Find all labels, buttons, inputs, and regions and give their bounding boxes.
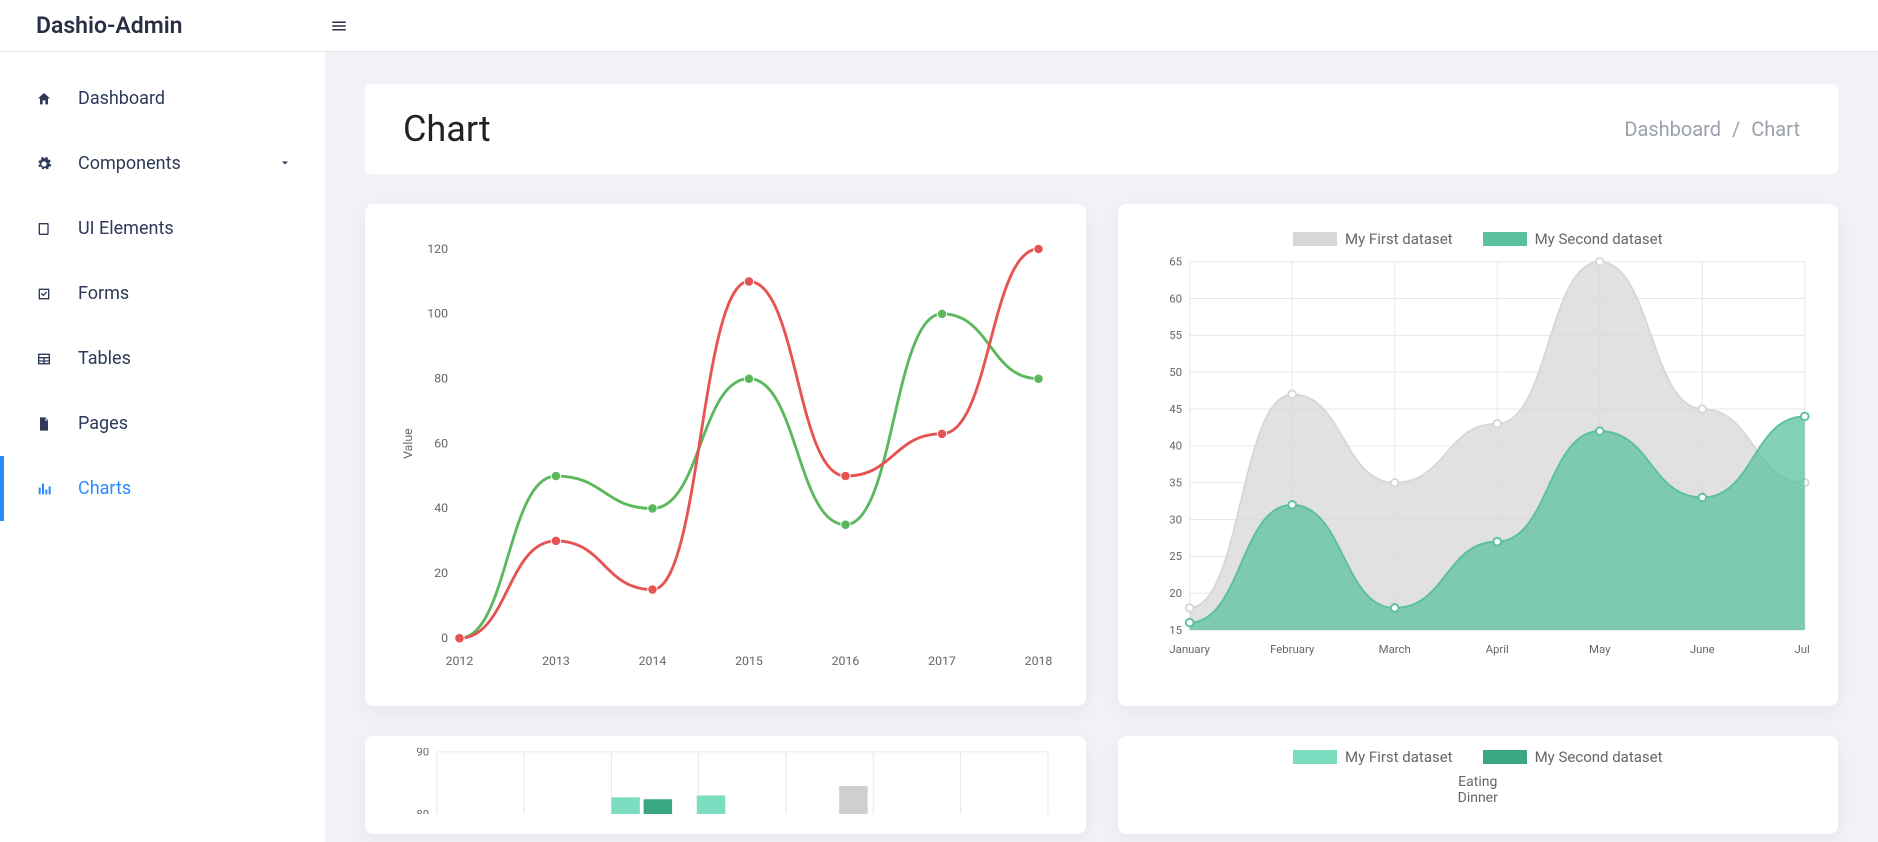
svg-text:60: 60	[1169, 291, 1182, 305]
check-square-icon	[36, 286, 56, 302]
page-title: Chart	[403, 108, 491, 150]
svg-text:2018: 2018	[1025, 655, 1053, 669]
sidebar-item-label: Dashboard	[78, 88, 165, 109]
legend-label: My Second dataset	[1535, 230, 1663, 248]
sidebar-item-pages[interactable]: Pages	[0, 391, 325, 456]
svg-text:90: 90	[416, 748, 429, 759]
svg-text:January: January	[1169, 642, 1210, 656]
menu-toggle-button[interactable]	[325, 12, 353, 40]
legend-label: My First dataset	[1345, 230, 1453, 248]
svg-text:50: 50	[1169, 365, 1182, 379]
sidebar-item-tables[interactable]: Tables	[0, 326, 325, 391]
sidebar-item-label: Tables	[78, 348, 131, 369]
sidebar-item-charts[interactable]: Charts	[0, 456, 325, 521]
area-chart-legend: My First dataset My Second dataset	[1146, 230, 1811, 248]
legend-swatch	[1293, 232, 1337, 246]
radar-chart-card: My First dataset My Second dataset Eatin…	[1118, 736, 1839, 834]
legend-item[interactable]: My First dataset	[1293, 230, 1453, 248]
line-chart-card: 0 20 40 60 80 100 120 Value 2012 2013 2014 2015 2016…	[365, 204, 1086, 706]
sidebar-item-label: UI Elements	[78, 218, 174, 239]
gears-icon	[36, 156, 56, 172]
svg-text:0: 0	[441, 632, 448, 646]
home-icon	[36, 91, 56, 107]
svg-text:July: July	[1794, 642, 1810, 656]
bar-chart-icon	[36, 481, 56, 497]
chevron-down-icon	[279, 153, 291, 174]
bar-chart-card: 80 90	[365, 736, 1086, 834]
file-icon	[36, 416, 56, 432]
topbar: Dashio-Admin	[0, 0, 1878, 52]
breadcrumb-item: Chart	[1751, 117, 1800, 141]
svg-text:80: 80	[416, 807, 429, 814]
brand-title: Dashio-Admin	[0, 12, 325, 39]
svg-text:2017: 2017	[928, 655, 956, 669]
svg-text:25: 25	[1169, 549, 1182, 563]
svg-text:55: 55	[1169, 328, 1182, 342]
hamburger-icon	[330, 17, 348, 35]
svg-text:Value: Value	[402, 428, 416, 459]
svg-text:20: 20	[434, 567, 448, 581]
radar-chart-legend: My First dataset My Second dataset	[1146, 748, 1811, 766]
main-content: Chart Dashboard / Chart 0 20 40 60 80 100 120 V…	[325, 52, 1878, 842]
sidebar: Dashboard Components UI Elements Forms Table…	[0, 52, 325, 842]
legend-swatch	[1293, 750, 1337, 764]
sidebar-item-label: Charts	[78, 478, 131, 499]
svg-text:45: 45	[1169, 402, 1182, 416]
table-icon	[36, 351, 56, 367]
svg-text:15: 15	[1169, 623, 1182, 637]
area-chart-card: My First dataset My Second dataset 15 20 2…	[1118, 204, 1839, 706]
breadcrumb-item[interactable]: Dashboard	[1624, 117, 1721, 141]
sidebar-item-components[interactable]: Components	[0, 131, 325, 196]
svg-text:2014: 2014	[639, 655, 667, 669]
svg-text:2012: 2012	[446, 655, 474, 669]
svg-text:February: February	[1270, 642, 1315, 656]
page-header: Chart Dashboard / Chart	[365, 84, 1838, 174]
svg-text:30: 30	[1169, 512, 1182, 526]
sidebar-item-label: Forms	[78, 283, 129, 304]
breadcrumb-separator: /	[1732, 117, 1740, 141]
sidebar-item-forms[interactable]: Forms	[0, 261, 325, 326]
svg-text:65: 65	[1169, 256, 1182, 268]
radar-axis-label: Eating	[1146, 774, 1811, 791]
legend-item[interactable]: My Second dataset	[1483, 230, 1663, 248]
svg-text:120: 120	[427, 243, 448, 257]
svg-text:2013: 2013	[542, 655, 570, 669]
sidebar-item-label: Components	[78, 153, 181, 174]
svg-text:80: 80	[434, 373, 448, 387]
sidebar-item-dashboard[interactable]: Dashboard	[0, 66, 325, 131]
svg-text:March: March	[1378, 642, 1410, 656]
legend-item[interactable]: My First dataset	[1293, 748, 1453, 766]
svg-text:35: 35	[1169, 475, 1182, 489]
radar-axis-label: Dinner	[1146, 790, 1811, 807]
legend-item[interactable]: My Second dataset	[1483, 748, 1663, 766]
svg-text:100: 100	[427, 308, 448, 322]
line-chart: 0 20 40 60 80 100 120 Value 2012 2013 2014 2015 2016…	[393, 230, 1058, 686]
svg-text:May: May	[1589, 642, 1611, 656]
legend-label: My Second dataset	[1535, 748, 1663, 766]
legend-label: My First dataset	[1345, 748, 1453, 766]
sidebar-item-label: Pages	[78, 413, 128, 434]
svg-text:April: April	[1485, 642, 1508, 656]
legend-swatch	[1483, 750, 1527, 764]
legend-swatch	[1483, 232, 1527, 246]
svg-text:60: 60	[434, 437, 448, 451]
bar-chart-partial: 80 90	[393, 748, 1058, 814]
svg-text:June: June	[1689, 642, 1714, 656]
svg-text:20: 20	[1169, 586, 1182, 600]
svg-text:40: 40	[434, 502, 448, 516]
sidebar-item-ui-elements[interactable]: UI Elements	[0, 196, 325, 261]
book-icon	[36, 221, 56, 237]
svg-text:2015: 2015	[735, 655, 763, 669]
svg-text:2016: 2016	[832, 655, 860, 669]
svg-text:40: 40	[1169, 439, 1182, 453]
area-chart: 15 20 25 30 35 40 45 50 55 60 65 January February Mar…	[1146, 256, 1811, 664]
radar-axis-labels: Eating Dinner	[1146, 774, 1811, 808]
breadcrumb: Dashboard / Chart	[1624, 117, 1800, 141]
